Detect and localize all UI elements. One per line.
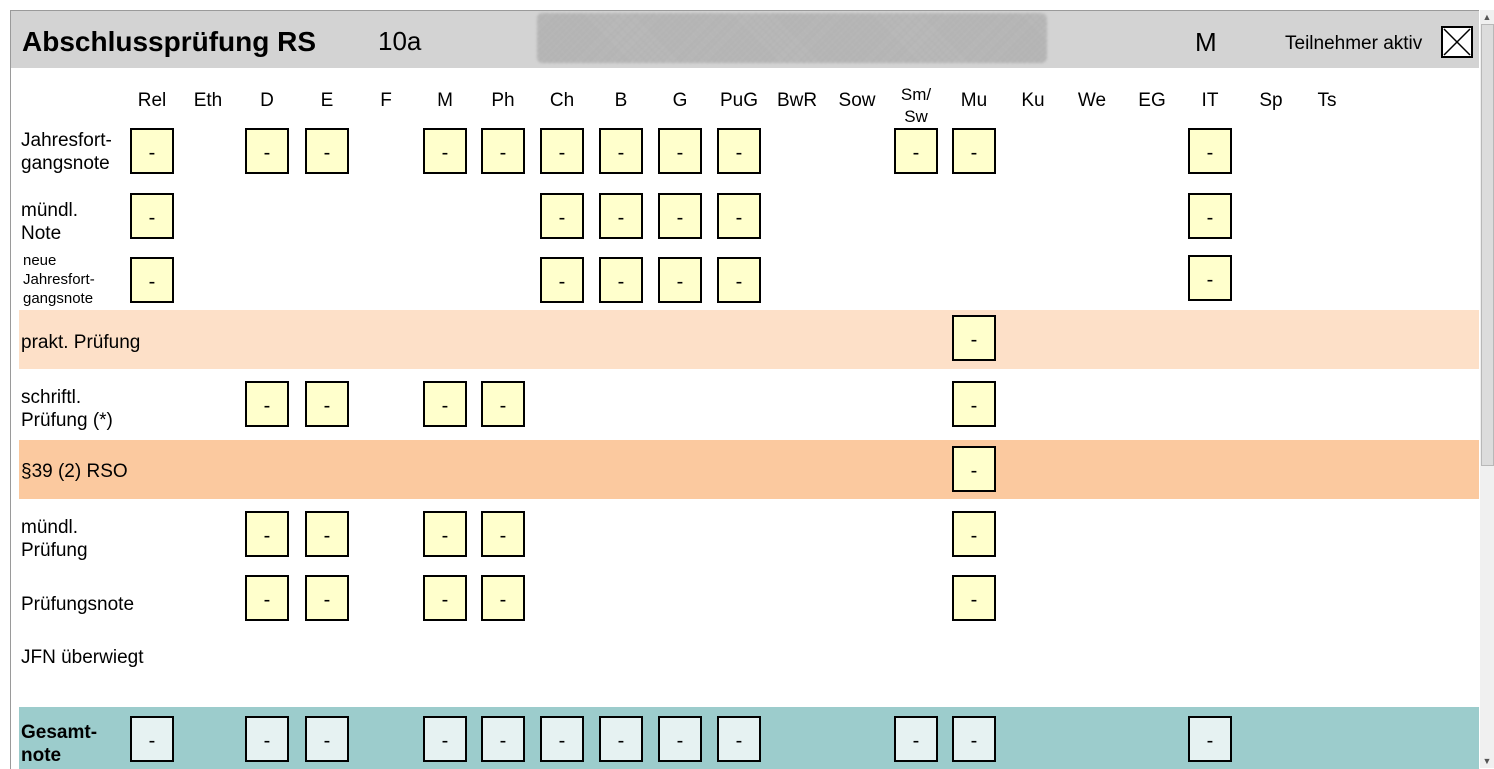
column-header-g: G — [672, 90, 688, 111]
grade-field-schriftl-pr-fung-d[interactable]: - — [245, 381, 289, 427]
column-header-pug: PuG — [719, 90, 759, 111]
grade-field-m-ndl-note-it[interactable]: - — [1188, 193, 1232, 239]
column-header-we: We — [1077, 90, 1107, 111]
grade-field-neuejahresfort-gangsnote-g[interactable]: - — [658, 257, 702, 303]
grade-field-m-ndl-pr-fung-d[interactable]: - — [245, 511, 289, 557]
grade-field-jahresfort-gangsnote-rel[interactable]: - — [130, 128, 174, 174]
band-para39 — [19, 440, 1479, 499]
grade-field-m-ndl-note-g[interactable]: - — [658, 193, 702, 239]
grade-field-pr-fungsnote-m[interactable]: - — [423, 575, 467, 621]
grade-field-jahresfort-gangsnote-d[interactable]: - — [245, 128, 289, 174]
grade-field-schriftl-pr-fung-ph[interactable]: - — [481, 381, 525, 427]
grade-field-jahresfort-gangsnote-sm-sw[interactable]: - — [894, 128, 938, 174]
row-label-m-ndl-note: mündl. Note — [21, 200, 79, 244]
grade-field-schriftl-pr-fung-m[interactable]: - — [423, 381, 467, 427]
grade-field-m-ndl-pr-fung-m[interactable]: - — [423, 511, 467, 557]
exam-window: Abschlussprüfung RS 10a M Teilnehmer akt… — [10, 10, 1479, 769]
page-title: Abschlussprüfung RS — [22, 26, 317, 57]
row-label-39-2-rso: §39 (2) RSO — [21, 461, 128, 482]
column-header-d: D — [260, 90, 274, 111]
column-header-sm-sw: Sm/Sw — [900, 85, 932, 126]
participant-active-checkbox[interactable] — [1441, 26, 1473, 58]
grade-field-m-ndl-pr-fung-mu[interactable]: - — [952, 511, 996, 557]
grade-field-jahresfort-gangsnote-mu[interactable]: - — [952, 128, 996, 174]
grade-field-jahresfort-gangsnote-m[interactable]: - — [423, 128, 467, 174]
row-label-neuejahresfort-gangsnote: neue Jahresfort-gangsnote — [23, 252, 95, 307]
grade-field-m-ndl-note-ch[interactable]: - — [540, 193, 584, 239]
grade-field-jahresfort-gangsnote-pug[interactable]: - — [717, 128, 761, 174]
row-label-jfn-berwiegt: JFN überwiegt — [21, 647, 144, 668]
grade-field-gesamt-note-m[interactable]: - — [423, 716, 467, 762]
column-header-bwr: BwR — [776, 90, 818, 111]
grade-field-prakt-pr-fung-mu[interactable]: - — [952, 315, 996, 361]
grade-field-gesamt-note-ph[interactable]: - — [481, 716, 525, 762]
scroll-up-arrow-icon[interactable]: ▲ — [1480, 10, 1494, 24]
column-header-mu: Mu — [960, 90, 988, 111]
grade-field-m-ndl-note-rel[interactable]: - — [130, 193, 174, 239]
column-header-ch: Ch — [549, 90, 575, 111]
grade-field-gesamt-note-b[interactable]: - — [599, 716, 643, 762]
class-label: 10a — [378, 26, 422, 56]
grade-field-pr-fungsnote-e[interactable]: - — [305, 575, 349, 621]
participant-active-label: Teilnehmer aktiv — [1285, 33, 1423, 54]
grade-field-gesamt-note-rel[interactable]: - — [130, 716, 174, 762]
grade-field-pr-fungsnote-mu[interactable]: - — [952, 575, 996, 621]
grade-field-neuejahresfort-gangsnote-b[interactable]: - — [599, 257, 643, 303]
grade-field-gesamt-note-mu[interactable]: - — [952, 716, 996, 762]
grade-field-jahresfort-gangsnote-e[interactable]: - — [305, 128, 349, 174]
grade-field-jahresfort-gangsnote-b[interactable]: - — [599, 128, 643, 174]
column-header-sp: Sp — [1259, 90, 1283, 111]
grade-field-gesamt-note-it[interactable]: - — [1188, 716, 1232, 762]
grade-field-neuejahresfort-gangsnote-ch[interactable]: - — [540, 257, 584, 303]
grade-field-m-ndl-pr-fung-ph[interactable]: - — [481, 511, 525, 557]
grade-field-neuejahresfort-gangsnote-pug[interactable]: - — [717, 257, 761, 303]
column-header-it: IT — [1201, 90, 1219, 111]
column-header-m: M — [437, 90, 453, 111]
scroll-down-arrow-icon[interactable]: ▼ — [1480, 754, 1494, 768]
grade-field-jahresfort-gangsnote-it[interactable]: - — [1188, 128, 1232, 174]
redacted-student-name — [537, 13, 1047, 63]
grade-field-gesamt-note-d[interactable]: - — [245, 716, 289, 762]
grade-field-gesamt-note-g[interactable]: - — [658, 716, 702, 762]
column-header-eth: Eth — [193, 90, 223, 111]
grade-field-gesamt-note-e[interactable]: - — [305, 716, 349, 762]
row-label-jahresfort-gangsnote: Jahresfort-gangsnote — [21, 130, 112, 174]
column-header-rel: Rel — [137, 90, 167, 111]
grade-field-gesamt-note-pug[interactable]: - — [717, 716, 761, 762]
column-header-ku: Ku — [1021, 90, 1045, 111]
gender-label: M — [1195, 27, 1217, 57]
row-label-schriftl-pr-fung: schriftl. Prüfung (*) — [21, 387, 113, 431]
grade-field-jahresfort-gangsnote-ph[interactable]: - — [481, 128, 525, 174]
grade-field-schriftl-pr-fung-mu[interactable]: - — [952, 381, 996, 427]
grade-field-gesamt-note-ch[interactable]: - — [540, 716, 584, 762]
grade-field-gesamt-note-sm-sw[interactable]: - — [894, 716, 938, 762]
column-header-ph: Ph — [491, 90, 515, 111]
grade-field-m-ndl-note-pug[interactable]: - — [717, 193, 761, 239]
grade-field-neuejahresfort-gangsnote-rel[interactable]: - — [130, 257, 174, 303]
column-header-ts: Ts — [1317, 90, 1337, 111]
grade-field-jahresfort-gangsnote-ch[interactable]: - — [540, 128, 584, 174]
row-label-prakt-pr-fung: prakt. Prüfung — [21, 332, 141, 353]
grade-field-neuejahresfort-gangsnote-it[interactable]: - — [1188, 255, 1232, 301]
column-header-eg: EG — [1138, 90, 1166, 111]
scroll-thumb[interactable] — [1481, 24, 1494, 466]
vertical-scrollbar[interactable]: ▲ ▼ — [1480, 10, 1494, 768]
grade-field-39-2-rso-mu[interactable]: - — [952, 446, 996, 492]
grade-field-pr-fungsnote-d[interactable]: - — [245, 575, 289, 621]
grade-field-jahresfort-gangsnote-g[interactable]: - — [658, 128, 702, 174]
grade-field-m-ndl-pr-fung-e[interactable]: - — [305, 511, 349, 557]
row-label-pr-fungsnote: Prüfungsnote — [21, 594, 135, 615]
band-prakt-pruefung — [19, 310, 1479, 369]
grade-field-m-ndl-note-b[interactable]: - — [599, 193, 643, 239]
checkbox-x-icon — [1443, 28, 1471, 56]
row-label-m-ndl-pr-fung: mündl. Prüfung — [21, 517, 88, 561]
grade-field-pr-fungsnote-ph[interactable]: - — [481, 575, 525, 621]
column-header-e: E — [320, 90, 334, 111]
column-header-f: F — [380, 90, 392, 111]
header-bar: Abschlussprüfung RS 10a M Teilnehmer akt… — [11, 11, 1479, 68]
grade-field-schriftl-pr-fung-e[interactable]: - — [305, 381, 349, 427]
column-header-b: B — [614, 90, 628, 111]
column-header-sow: Sow — [838, 90, 876, 111]
row-label-gesamt-note: Gesamt-note — [21, 722, 98, 766]
